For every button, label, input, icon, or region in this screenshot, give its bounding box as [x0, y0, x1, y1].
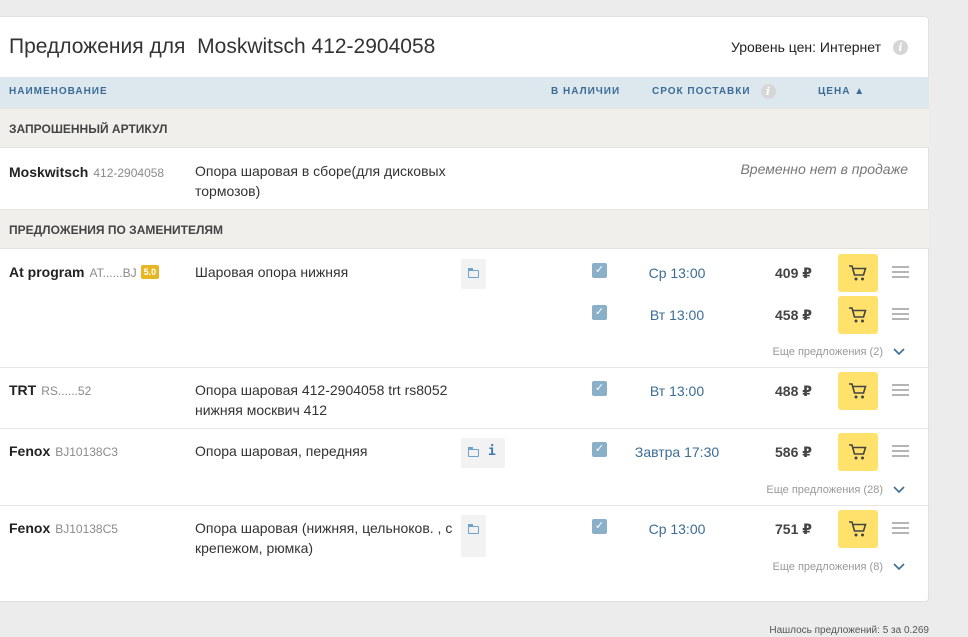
add-to-cart-button[interactable] [838, 296, 878, 334]
price-level-selector[interactable]: Уровень цен: Интернет [731, 39, 881, 55]
brand-name[interactable]: TRT [9, 382, 36, 398]
offers-panel: Предложения для Moskwitsch 412-2904058 У… [0, 16, 929, 602]
more-offers-link[interactable]: Еще предложения (8) [773, 561, 884, 573]
page-title: Предложения для Moskwitsch 412-2904058 [9, 35, 435, 59]
cart-icon [849, 383, 867, 399]
offer-description: Опора шаровая, передняя [195, 443, 368, 459]
offer-brand[interactable]: Fenox BJ10138C5 [9, 520, 118, 536]
delivery-time: Завтра 17:30 [634, 444, 720, 460]
offer-price: 488 ₽ [775, 383, 812, 399]
delivery-time: Вт 13:00 [649, 307, 705, 323]
column-in-stock: В НАЛИЧИИ [551, 86, 621, 97]
article-number: BJ10138C5 [55, 522, 118, 536]
cart-icon [849, 444, 867, 460]
title-part: Moskwitsch 412-2904058 [197, 35, 436, 58]
row-divider [0, 367, 929, 368]
folder-icon [468, 268, 479, 278]
section-requested: ЗАПРОШЕННЫЙ АРТИКУЛ [0, 108, 929, 148]
more-offers-link[interactable]: Еще предложения (2) [773, 346, 884, 358]
section-substitutes: ПРЕДЛОЖЕНИЯ ПО ЗАМЕНИТЕЛЯМ [0, 209, 929, 249]
article-number: BJ10138C3 [55, 445, 118, 459]
cart-icon [849, 307, 867, 323]
offer-brand[interactable]: TRT RS......52 [9, 382, 91, 398]
offer-price: 751 ₽ [775, 521, 812, 537]
offer-brand[interactable]: At program AT......BJ 5.0 [9, 264, 160, 280]
chevron-down-icon[interactable] [893, 563, 905, 571]
brand-name[interactable]: At program [9, 264, 84, 280]
folder-button[interactable] [461, 259, 486, 289]
brand-name[interactable]: Fenox [9, 443, 50, 459]
info-icon[interactable]: i [488, 444, 496, 459]
cart-icon [849, 265, 867, 281]
chevron-down-icon[interactable] [893, 348, 905, 356]
add-to-cart-button[interactable] [838, 433, 878, 471]
requested-description: Опора шаровая в сборе(для дисковых тормо… [195, 163, 446, 199]
menu-icon[interactable] [892, 308, 909, 320]
more-offers-link[interactable]: Еще предложения (28) [766, 484, 883, 496]
column-delivery[interactable]: СРОК ПОСТАВКИ [652, 86, 751, 97]
column-price-sort[interactable]: ЦЕНА ▲ [818, 86, 865, 97]
delivery-time: Ср 13:00 [648, 521, 706, 537]
panel-header: Предложения для Moskwitsch 412-2904058 У… [0, 17, 929, 77]
in-stock-checkbox: ✓ [592, 519, 607, 534]
folder-button[interactable]: i [461, 438, 505, 468]
title-prefix: Предложения для [9, 35, 186, 58]
in-stock-checkbox: ✓ [592, 305, 607, 320]
availability-status: Временно нет в продаже [740, 161, 908, 177]
brand-name[interactable]: Moskwitsch [9, 164, 88, 180]
results-summary: Нашлось предложений: 5 за 0.269 [769, 625, 929, 636]
folder-button[interactable] [461, 515, 486, 557]
folder-icon [468, 447, 479, 457]
article-number: RS......52 [41, 384, 92, 398]
column-headers: НАИМЕНОВАНИЕ В НАЛИЧИИ СРОК ПОСТАВКИ i Ц… [0, 77, 929, 108]
menu-icon[interactable] [892, 266, 909, 278]
row-divider [0, 428, 929, 429]
offer-price: 409 ₽ [775, 265, 812, 281]
cart-icon [849, 521, 867, 537]
offer-description: Опора шаровая 412-2904058 trt rs8052 ниж… [195, 382, 448, 418]
in-stock-checkbox: ✓ [592, 263, 607, 278]
row-divider [0, 505, 929, 506]
requested-brand[interactable]: Moskwitsch 412-2904058 [9, 164, 164, 180]
delivery-time: Ср 13:00 [648, 265, 706, 281]
add-to-cart-button[interactable] [838, 254, 878, 292]
in-stock-checkbox: ✓ [592, 381, 607, 396]
add-to-cart-button[interactable] [838, 510, 878, 548]
menu-icon[interactable] [892, 445, 909, 457]
offer-price: 586 ₽ [775, 444, 812, 460]
info-icon[interactable]: i [893, 40, 908, 55]
chevron-down-icon[interactable] [893, 486, 905, 494]
delivery-time: Вт 13:00 [649, 383, 705, 399]
offer-description: Опора шаровая (нижняя, цельнoков. , с кр… [195, 520, 453, 556]
folder-icon [468, 524, 479, 534]
section-requested-label: ЗАПРОШЕННЫЙ АРТИКУЛ [9, 122, 168, 136]
offer-description: Шаровая опора нижняя [195, 264, 349, 280]
article-number: 412-2904058 [93, 166, 165, 180]
rating-badge: 5.0 [140, 265, 160, 279]
menu-icon[interactable] [892, 384, 909, 396]
delivery-info-icon[interactable]: i [761, 84, 776, 99]
menu-icon[interactable] [892, 522, 909, 534]
section-substitutes-label: ПРЕДЛОЖЕНИЯ ПО ЗАМЕНИТЕЛЯМ [9, 223, 224, 237]
add-to-cart-button[interactable] [838, 372, 878, 410]
in-stock-checkbox: ✓ [592, 442, 607, 457]
column-name: НАИМЕНОВАНИЕ [9, 86, 108, 97]
brand-name[interactable]: Fenox [9, 520, 50, 536]
offer-brand[interactable]: Fenox BJ10138C3 [9, 443, 118, 459]
offer-price: 458 ₽ [775, 307, 812, 323]
article-number: AT......BJ [89, 266, 137, 280]
